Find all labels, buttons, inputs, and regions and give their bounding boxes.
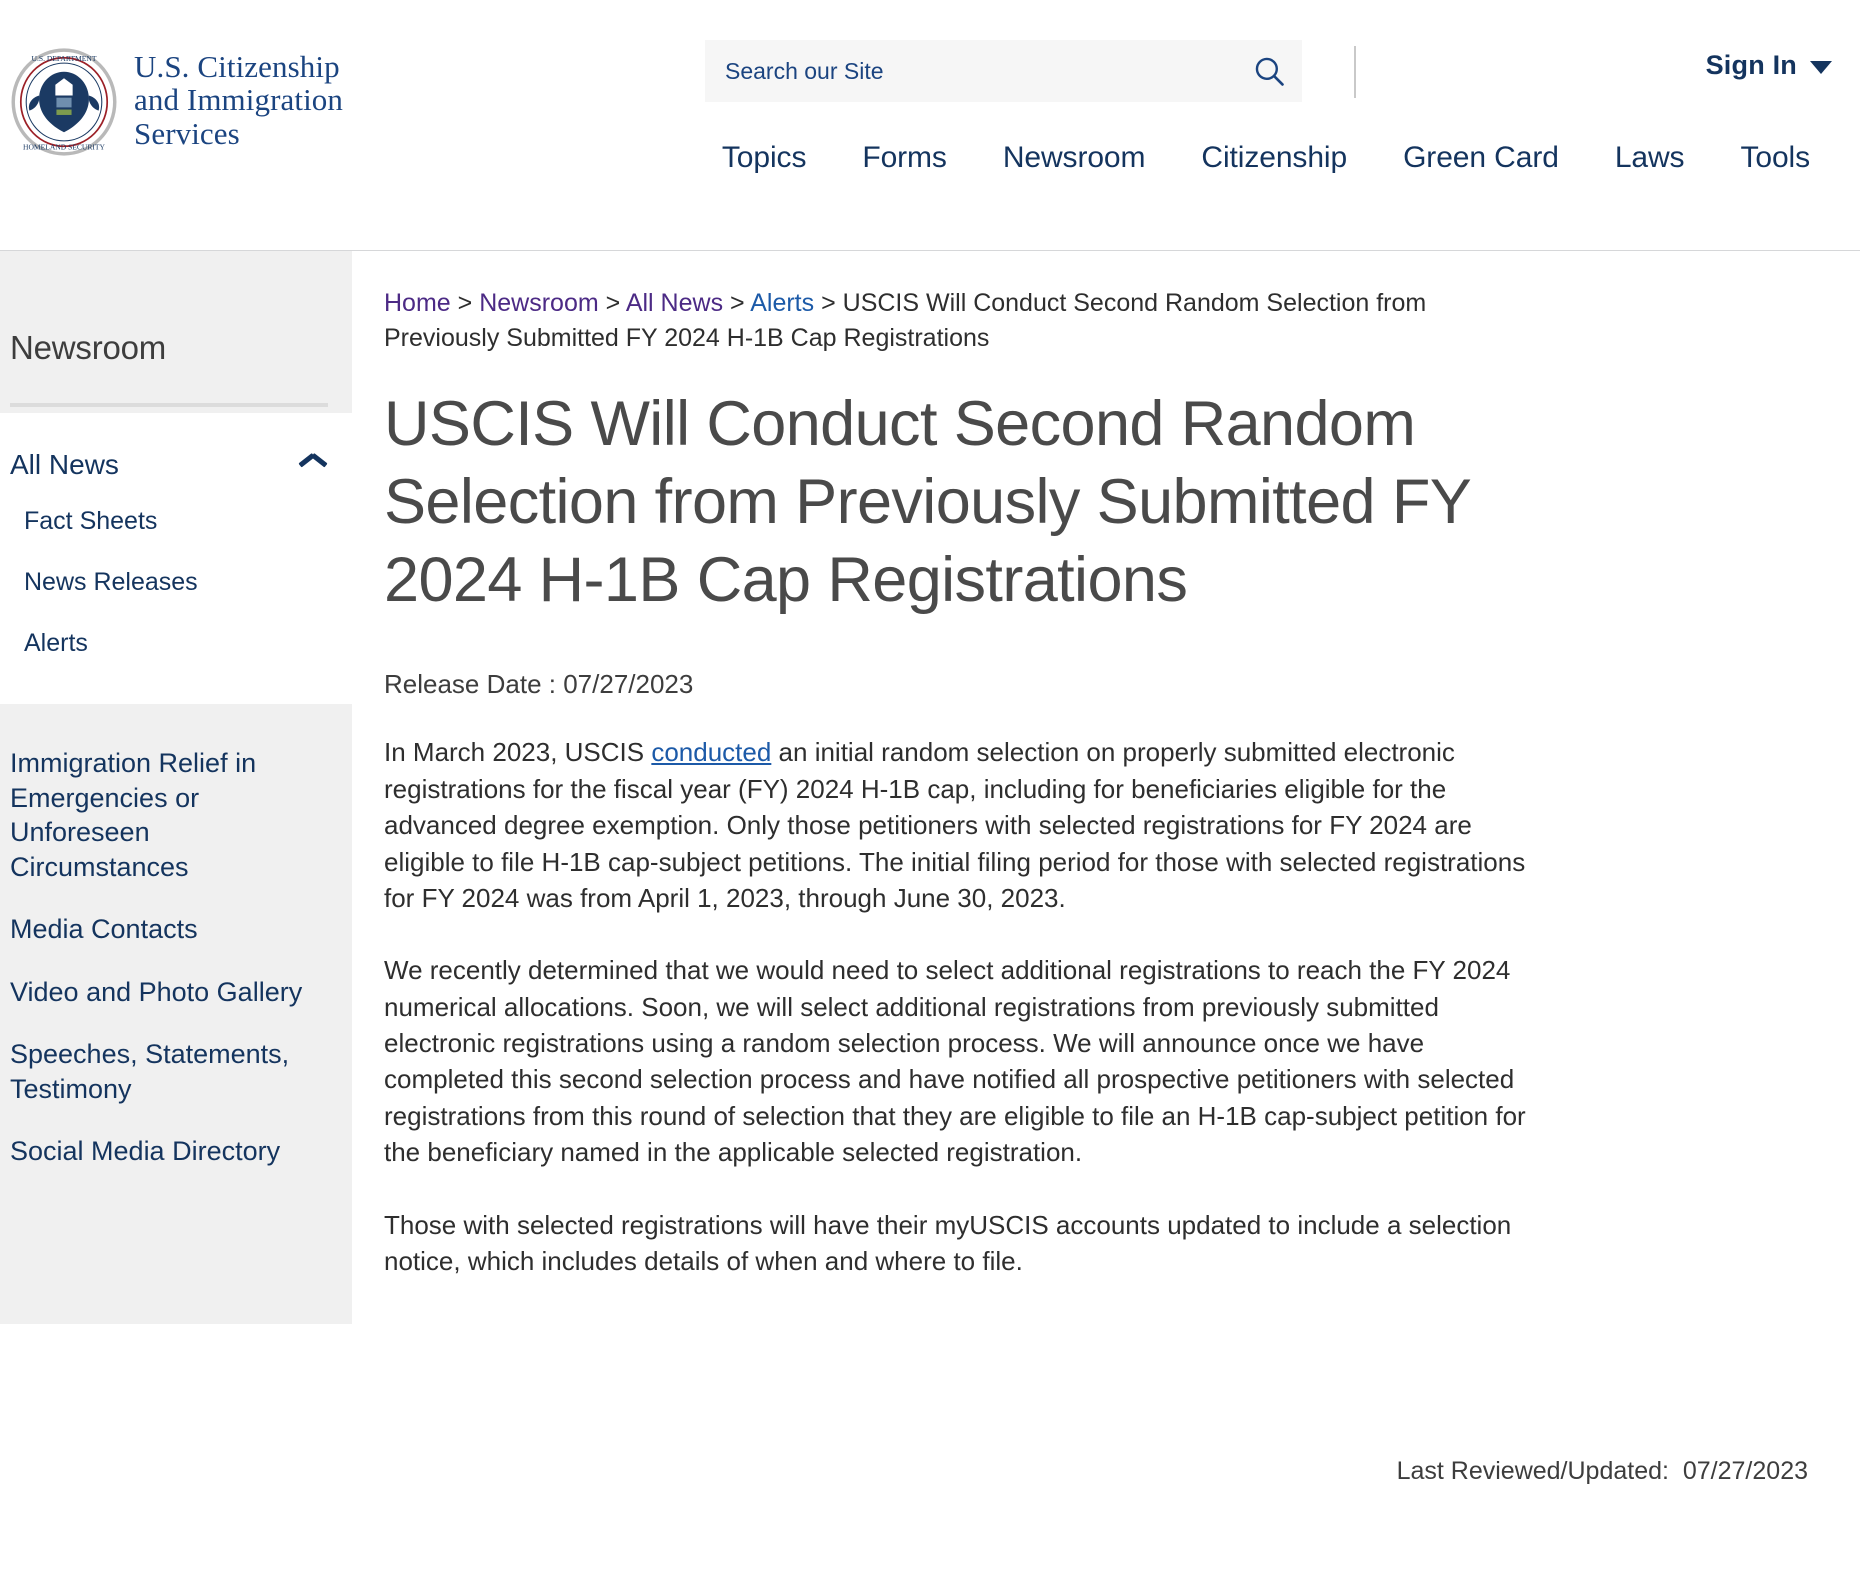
article-paragraph-2: We recently determined that we would nee… [384,952,1544,1170]
site-search[interactable] [705,40,1302,102]
nav-item-topics[interactable]: Topics [694,133,834,183]
nav-item-citizenship[interactable]: Citizenship [1173,133,1375,183]
sidebar: Newsroom All News Fact Sheets News Relea… [0,251,352,1581]
sidebar-header: Newsroom [0,251,352,413]
article-paragraph-3: Those with selected registrations will h… [384,1207,1544,1280]
sidebar-item-immigration-relief[interactable]: Immigration Relief in Emergencies or Unf… [10,732,334,898]
search-icon [1252,54,1286,88]
nav-item-laws[interactable]: Laws [1587,133,1713,183]
last-reviewed-date: 07/27/2023 [1683,1457,1808,1485]
paragraph-1-text-before: In March 2023, USCIS [384,737,651,767]
breadcrumb-home[interactable]: Home [384,289,451,317]
nav-item-tools[interactable]: Tools [1712,133,1838,183]
breadcrumb: Home > Newsroom > All News > Alerts > US… [384,286,1514,355]
sidebar-divider [10,403,328,407]
search-input[interactable] [705,40,1236,102]
nav-item-forms[interactable]: Forms [834,133,975,183]
breadcrumb-all-news[interactable]: All News [626,289,723,317]
main-content: Home > Newsroom > All News > Alerts > US… [352,251,1860,1581]
page-title: USCIS Will Conduct Second Random Selecti… [384,385,1504,619]
release-date-value: 07/27/2023 [563,669,693,699]
sidebar-item-news-releases[interactable]: News Releases [0,552,352,613]
last-reviewed: Last Reviewed/Updated: 07/27/2023 [1355,1428,1808,1515]
sidebar-item-speeches[interactable]: Speeches, Statements, Testimony [10,1023,334,1120]
sidebar-item-alerts[interactable]: Alerts [0,613,352,674]
breadcrumb-separator: > [458,289,473,317]
search-button[interactable] [1236,40,1302,102]
breadcrumb-alerts[interactable]: Alerts [750,289,814,317]
sidebar-links-section: Immigration Relief in Emergencies or Unf… [0,704,352,1324]
page-body: Newsroom All News Fact Sheets News Relea… [0,251,1860,1581]
sidebar-title: Newsroom [10,329,328,367]
nav-item-green-card[interactable]: Green Card [1375,133,1587,183]
release-date: Release Date : 07/27/2023 [384,669,1808,700]
sidebar-item-fact-sheets[interactable]: Fact Sheets [0,491,352,552]
main-navigation: Topics Forms Newsroom Citizenship Green … [0,133,1860,183]
breadcrumb-separator: > [730,289,745,317]
breadcrumb-separator: > [821,289,836,317]
sidebar-news-section: All News Fact Sheets News Releases Alert… [0,413,352,704]
sidebar-item-social-media[interactable]: Social Media Directory [10,1120,334,1183]
article-paragraph-1: In March 2023, USCIS conducted an initia… [384,734,1544,916]
sidebar-item-video-photo-gallery[interactable]: Video and Photo Gallery [10,961,334,1024]
svg-text:U.S. DEPARTMENT: U.S. DEPARTMENT [32,54,97,63]
last-reviewed-label: Last Reviewed/Updated: [1397,1457,1669,1485]
conducted-link[interactable]: conducted [651,737,771,767]
sidebar-all-news-label: All News [10,449,119,481]
sign-in-label: Sign In [1706,50,1797,81]
sidebar-item-all-news[interactable]: All News [0,439,352,491]
nav-item-newsroom[interactable]: Newsroom [975,133,1174,183]
site-header: U.S. DEPARTMENT HOMELAND SECURITY U.S. C… [0,0,1860,251]
chevron-up-icon[interactable] [300,457,326,473]
caret-down-icon [1810,61,1832,74]
sidebar-item-media-contacts[interactable]: Media Contacts [10,898,334,961]
release-date-label: Release Date : [384,669,556,699]
sign-in-button[interactable]: Sign In [1706,50,1832,81]
breadcrumb-newsroom[interactable]: Newsroom [479,289,598,317]
breadcrumb-separator: > [606,289,621,317]
header-divider [1354,46,1356,98]
